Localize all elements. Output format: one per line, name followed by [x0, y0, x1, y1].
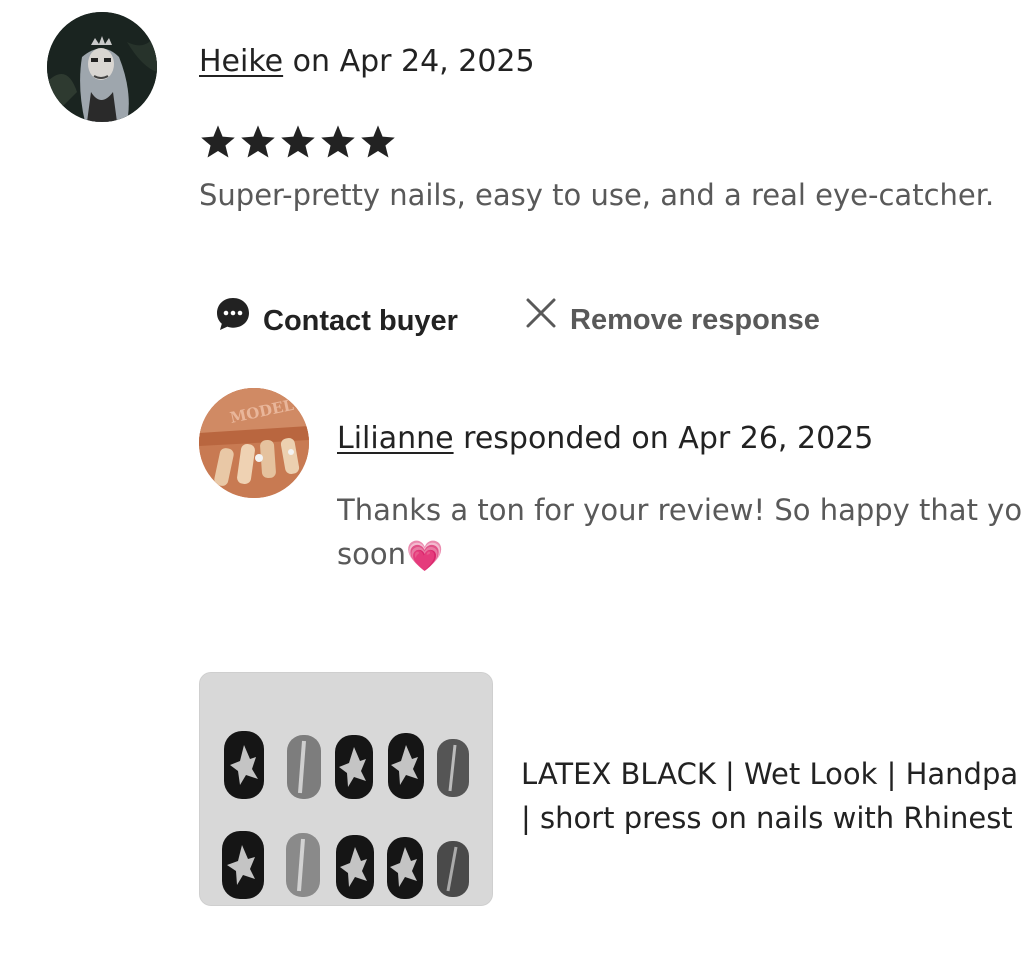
response-date: responded on Apr 26, 2025 — [463, 421, 874, 456]
product-title-line-2: | short press on nails with Rhinest — [521, 801, 1013, 835]
star-icon — [281, 125, 315, 158]
close-icon — [524, 296, 558, 343]
response-text-line-1: Thanks a ton for your review! So happy t… — [337, 493, 1023, 527]
heart-emoji: 💗 — [405, 539, 444, 574]
review-header: Heike on Apr 24, 2025 — [199, 42, 535, 82]
review-text: Super-pretty nails, easy to use, and a r… — [199, 178, 995, 212]
star-icon — [201, 125, 235, 158]
product-thumbnail[interactable] — [199, 672, 493, 906]
product-title-line-1: LATEX BLACK | Wet Look | Handpa — [521, 757, 1019, 791]
contact-buyer-button[interactable]: Contact buyer — [215, 296, 458, 345]
seller-name-link[interactable]: Lilianne — [337, 421, 454, 456]
seller-avatar[interactable]: MODEL — [199, 388, 309, 498]
chat-bubble-icon — [215, 296, 251, 345]
response-header: Lilianne responded on Apr 26, 2025 — [337, 419, 873, 459]
star-rating — [199, 120, 397, 164]
star-icon — [321, 125, 355, 158]
reviewer-avatar[interactable] — [47, 12, 157, 122]
star-icon — [361, 125, 395, 158]
contact-buyer-label: Contact buyer — [263, 304, 458, 337]
response-text: Thanks a ton for your review! So happy t… — [337, 488, 1032, 576]
review-date: on Apr 24, 2025 — [292, 44, 535, 79]
remove-response-button[interactable]: Remove response — [524, 296, 820, 343]
response-text-line-2-text: soon — [337, 537, 406, 571]
remove-response-label: Remove response — [570, 303, 820, 336]
star-icon — [241, 125, 275, 158]
review-card: Heike on Apr 24, 2025 Super-pretty nails… — [0, 0, 1032, 954]
reviewer-name-link[interactable]: Heike — [199, 44, 283, 79]
response-text-line-2: soon💗 — [337, 532, 1032, 576]
product-title-link[interactable]: LATEX BLACK | Wet Look | Handpa | short … — [521, 752, 1032, 840]
